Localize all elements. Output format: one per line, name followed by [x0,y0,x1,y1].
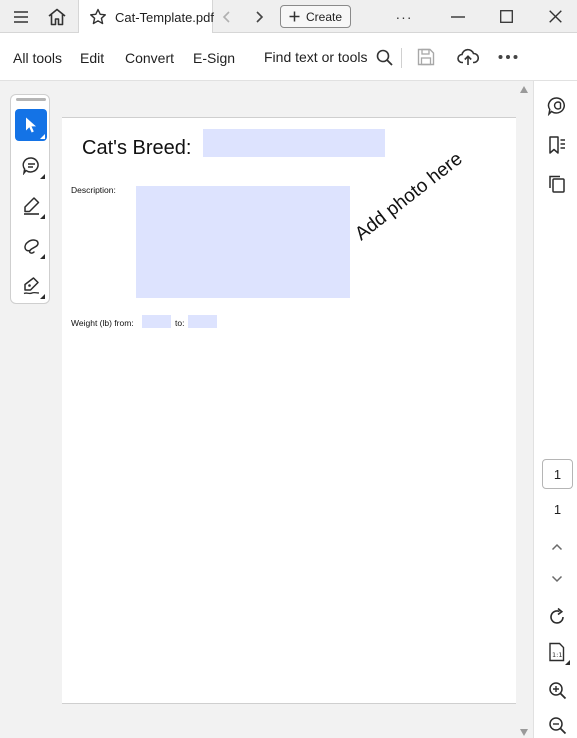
plus-icon [289,11,300,22]
breed-field[interactable] [203,129,385,157]
draw-tool[interactable] [15,229,47,261]
scroll-down-arrow-icon[interactable] [520,729,528,736]
more-options-icon[interactable]: ··· [390,0,418,33]
select-tool-corner [40,134,45,139]
next-page-icon[interactable] [546,568,568,590]
back-arrow-icon[interactable] [218,0,236,33]
weight-from-field[interactable] [142,315,171,328]
sign-tool-corner [40,294,45,299]
home-icon[interactable] [44,0,70,33]
find-label: Find text or tools [264,49,368,65]
comment-icon [21,156,41,175]
select-icon [23,116,39,134]
bookmarks-icon[interactable] [546,134,568,156]
right-rail: 1 1 1:1 [533,81,577,738]
menu-convert[interactable]: Convert [125,50,174,66]
title-bar: Cat-Template.pdf Create ··· [0,0,577,34]
highlight-tool-corner [40,214,45,219]
select-tool[interactable] [15,109,47,141]
page-thumbnails-icon[interactable] [546,173,568,195]
menu-all-tools[interactable]: All tools [13,50,62,66]
comment-tool-corner [40,174,45,179]
draw-tool-corner [40,254,45,259]
zoom-out-icon[interactable] [546,714,568,736]
more-menu-icon[interactable] [496,45,520,69]
fit-page-icon[interactable]: 1:1 [546,641,570,665]
fit-page-corner [565,660,570,665]
description-field[interactable] [136,186,350,298]
highlight-tool[interactable] [15,189,47,221]
svg-text:1:1: 1:1 [552,651,562,659]
minimize-icon[interactable] [444,0,472,33]
toolbar-divider [401,48,402,68]
comment-tool[interactable] [15,149,47,181]
menu-e-sign[interactable]: E-Sign [193,50,235,66]
vertical-scrollbar[interactable] [516,81,533,738]
create-label: Create [305,9,343,24]
document-tab[interactable]: Cat-Template.pdf [78,0,214,34]
quick-tools-panel [10,94,50,304]
weight-label: Weight (lb) from: [71,318,134,328]
photo-placeholder-text: Add photo here [351,148,467,245]
to-label: to: [175,318,185,328]
zoom-in-icon[interactable] [546,679,568,701]
pdf-page: Cat's Breed: Description: Add photo here… [62,117,516,704]
page-number-input[interactable]: 1 [542,459,573,489]
description-label: Description: [71,185,116,195]
maximize-icon[interactable] [492,0,520,33]
hamburger-menu-icon[interactable] [8,0,34,33]
save-icon[interactable] [414,45,438,69]
forward-arrow-icon[interactable] [250,0,268,33]
drag-handle[interactable] [16,98,46,101]
main-toolbar: All tools Edit Convert E-Sign Find text … [0,33,577,81]
highlight-icon [22,196,41,215]
previous-page-icon[interactable] [546,536,568,558]
rotate-icon[interactable] [546,606,568,628]
comments-panel-icon[interactable] [546,95,568,117]
weight-to-field[interactable] [188,315,217,328]
search-icon [376,49,393,66]
find-tools-search[interactable]: Find text or tools [264,45,393,69]
scroll-up-arrow-icon[interactable] [520,86,528,93]
sign-tool[interactable] [15,269,47,301]
menu-edit[interactable]: Edit [80,50,104,66]
create-button[interactable]: Create [280,5,351,28]
tab-title: Cat-Template.pdf [115,9,214,25]
star-icon[interactable] [89,8,107,26]
cloud-upload-icon[interactable] [456,45,480,69]
breed-label: Cat's Breed: [82,137,192,159]
draw-icon [22,236,41,255]
close-icon[interactable] [541,0,569,33]
sign-icon [22,276,41,295]
page-total: 1 [553,502,562,517]
